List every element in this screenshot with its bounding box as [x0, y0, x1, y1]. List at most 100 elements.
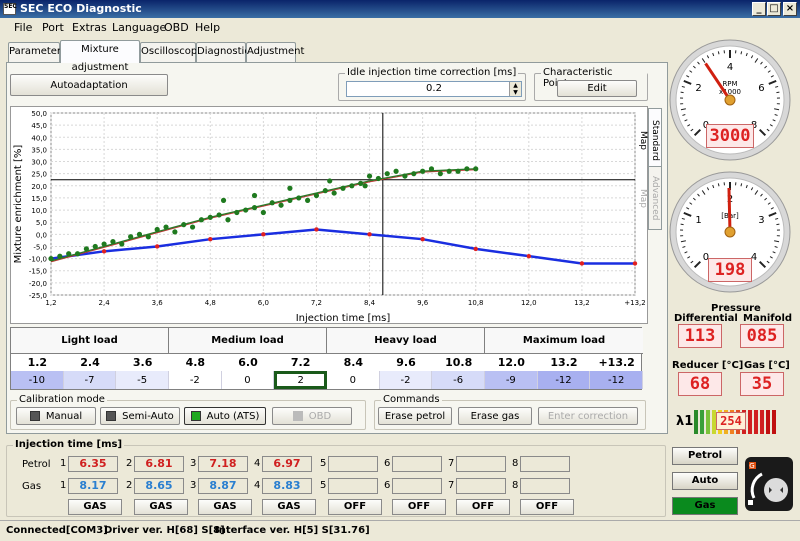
tab-advanced-map[interactable]: Advanced Map — [638, 166, 662, 230]
gas-mode-button[interactable]: Gas — [672, 497, 738, 515]
data-point — [305, 197, 311, 203]
tab-diagnostics[interactable]: Diagnostics — [196, 42, 255, 62]
menu-help[interactable]: Help — [195, 21, 220, 34]
data-point — [402, 173, 408, 179]
manual-led-icon — [29, 411, 40, 421]
data-point — [428, 166, 435, 172]
mode-auto-ats-button[interactable]: Auto (ATS) — [184, 407, 266, 425]
idle-spinner[interactable]: ▲ ▼ — [509, 82, 521, 96]
petrol-injector-index: 4 — [254, 458, 261, 469]
tab-oscilloscopes[interactable]: Oscilloscopes — [140, 42, 209, 62]
data-point — [220, 197, 227, 203]
load-key: 4.8 — [185, 356, 206, 369]
enter-correction-button[interactable]: Enter correction — [538, 407, 638, 425]
load-value-cell[interactable]: -10 — [11, 371, 64, 389]
gauge-tick — [740, 51, 743, 55]
data-point — [207, 214, 213, 220]
injector-fuel-button[interactable]: OFF — [456, 499, 510, 515]
auto-mode-button[interactable]: Auto — [672, 472, 738, 490]
menu-extras[interactable]: Extras — [72, 21, 107, 34]
load-value-cell[interactable]: -12 — [590, 371, 643, 389]
load-value-cell[interactable]: -5 — [116, 371, 169, 389]
injector-fuel-button[interactable]: OFF — [392, 499, 446, 515]
gas-injector-index: 6 — [384, 480, 391, 491]
mixture-chart[interactable]: 50,0 45,0 40,0 35,0 30,0 25,0 20,0 15,0 10,0 5,0 0… — [10, 106, 648, 324]
lambda-segment — [760, 410, 764, 434]
load-value-cell[interactable]: -12 — [537, 371, 591, 389]
mode-semi-auto-button[interactable]: Semi-Auto — [100, 407, 180, 425]
load-value-cell[interactable]: 0 — [327, 371, 380, 389]
petrol-injection-value: 6.97 — [262, 456, 312, 472]
petrol-mode-button[interactable]: Petrol — [672, 447, 738, 465]
data-point — [455, 168, 461, 174]
menu-file[interactable]: File — [14, 21, 32, 34]
data-point — [287, 197, 293, 203]
data-point — [375, 175, 381, 182]
mode-obd-button[interactable]: OBD — [272, 407, 352, 425]
gauge-tick-label: 4 — [727, 62, 733, 73]
gas-injector-index: 8 — [512, 480, 519, 491]
map-point — [367, 232, 372, 237]
lambda-segment — [700, 410, 704, 434]
data-point — [393, 168, 399, 174]
gauge-tick — [717, 183, 720, 187]
petrol-injection-value: 7.18 — [198, 456, 248, 472]
load-value-cell[interactable]: -6 — [432, 371, 485, 389]
data-point — [411, 171, 417, 177]
data-point — [313, 192, 320, 199]
semi-auto-led-icon — [106, 411, 117, 421]
load-value-cell[interactable]: 0 — [221, 371, 275, 389]
erase-gas-button[interactable]: Erase gas — [458, 407, 532, 425]
reducer-temp-display: 68 — [678, 372, 722, 396]
map-point — [632, 261, 638, 266]
maximize-button[interactable]: □ — [767, 2, 781, 16]
tab-mixture-adjustment[interactable]: Mixture adjustment — [60, 40, 140, 73]
manifold-label: Manifold — [743, 313, 793, 324]
x-tick-label: 6,0 — [258, 299, 269, 307]
idle-correction-label: Idle injection time correction [ms] — [345, 67, 519, 78]
y-tick-label: 15,0 — [31, 195, 47, 203]
erase-petrol-button[interactable]: Erase petrol — [378, 407, 452, 425]
gas-injection-value — [392, 478, 442, 494]
y-tick-label: 35,0 — [31, 146, 47, 154]
petrol-injection-value — [456, 456, 506, 472]
gauge-tick — [717, 51, 720, 55]
load-value-cell[interactable]: -2 — [169, 371, 222, 389]
petrol-injector-index: 8 — [512, 458, 519, 469]
x-tick-label: +13,2 — [624, 299, 645, 307]
gas-injection-value: 8.87 — [198, 478, 248, 494]
injector-fuel-button[interactable]: OFF — [520, 499, 574, 515]
load-value-cell[interactable]: -9 — [485, 371, 538, 389]
plot-area — [50, 112, 636, 296]
load-key: 10.8 — [445, 356, 473, 369]
header-medium-load: Medium load — [169, 328, 327, 354]
gauge-tick — [740, 183, 743, 187]
data-point — [136, 231, 143, 237]
gas-temp-display: 35 — [740, 372, 784, 396]
injector-fuel-button[interactable]: OFF — [328, 499, 382, 515]
close-button[interactable]: × — [783, 2, 797, 16]
injector-fuel-button[interactable]: GAS — [134, 499, 188, 515]
injector-fuel-button[interactable]: GAS — [198, 499, 252, 515]
injector-fuel-button[interactable]: GAS — [68, 499, 122, 515]
menu-obd[interactable]: OBD — [164, 21, 189, 34]
load-value-cell[interactable]: 2 — [274, 371, 327, 389]
menu-language[interactable]: Language — [112, 21, 166, 34]
data-point — [278, 202, 284, 208]
minimize-button[interactable]: _ — [752, 2, 766, 16]
load-key: 7.2 — [290, 356, 311, 369]
gas-injection-value: 8.83 — [262, 478, 312, 494]
lambda-segment — [748, 410, 752, 434]
load-value-cell[interactable]: -7 — [63, 371, 117, 389]
tab-parameters[interactable]: Parameters — [8, 42, 66, 62]
edit-button[interactable]: Edit — [557, 80, 637, 97]
mode-manual-button[interactable]: Manual — [16, 407, 96, 425]
injector-fuel-button[interactable]: GAS — [262, 499, 316, 515]
tab-standard-map[interactable]: Standard Map — [638, 108, 662, 172]
menu-port[interactable]: Port — [42, 21, 64, 34]
tab-adjustment[interactable]: Adjustment — [246, 42, 304, 62]
load-value-cell[interactable]: -2 — [379, 371, 433, 389]
idle-correction-input[interactable]: 0.2 — [346, 81, 522, 97]
header-maximum-load: Maximum load — [485, 328, 643, 354]
autoadaptation-button[interactable]: Autoadaptation — [10, 74, 168, 96]
